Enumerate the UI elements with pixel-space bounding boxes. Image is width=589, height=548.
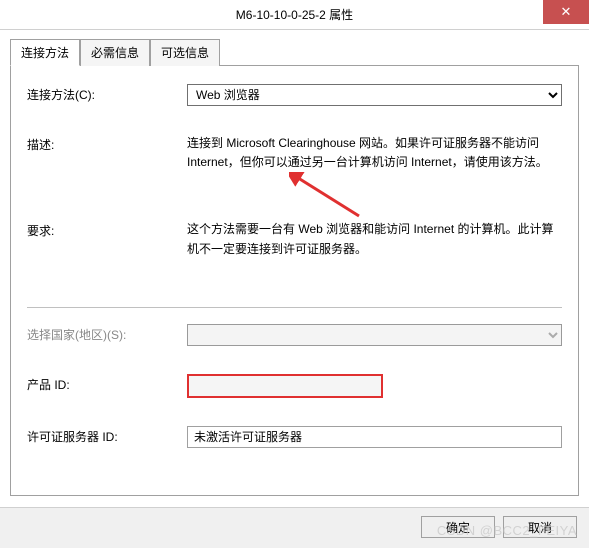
title-bar: M6-10-10-0-25-2 属性 ✕	[0, 0, 589, 30]
product-id-field	[187, 374, 562, 398]
dialog-content: 连接方法 必需信息 可选信息 连接方法(C): Web 浏览器 描述: 连接到 …	[0, 30, 589, 496]
tab-required-info[interactable]: 必需信息	[80, 39, 150, 66]
row-country: 选择国家(地区)(S):	[27, 324, 562, 346]
description-label: 描述:	[27, 134, 187, 172]
tab-panel: 连接方法(C): Web 浏览器 描述: 连接到 Microsoft Clear…	[10, 66, 579, 496]
row-product-id: 产品 ID:	[27, 374, 562, 398]
requirements-text: 这个方法需要一台有 Web 浏览器和能访问 Internet 的计算机。此计算机…	[187, 220, 562, 258]
license-server-id-input[interactable]	[187, 426, 562, 448]
country-label: 选择国家(地区)(S):	[27, 324, 187, 346]
product-id-highlight-box	[187, 374, 383, 398]
window-title: M6-10-10-0-25-2 属性	[0, 6, 589, 23]
connection-method-select[interactable]: Web 浏览器	[187, 84, 562, 106]
tab-optional-info[interactable]: 可选信息	[150, 39, 220, 66]
separator-line	[27, 307, 562, 308]
close-icon: ✕	[561, 4, 572, 20]
connection-method-field: Web 浏览器	[187, 84, 562, 106]
license-server-id-label: 许可证服务器 ID:	[27, 426, 187, 448]
row-description: 描述: 连接到 Microsoft Clearinghouse 网站。如果许可证…	[27, 134, 562, 172]
row-requirements: 要求: 这个方法需要一台有 Web 浏览器和能访问 Internet 的计算机。…	[27, 220, 562, 258]
watermark-text: CSDN @BCC2_FEIYA	[437, 523, 577, 538]
license-server-id-field	[187, 426, 562, 448]
requirements-label: 要求:	[27, 220, 187, 258]
row-license-server-id: 许可证服务器 ID:	[27, 426, 562, 448]
tab-strip: 连接方法 必需信息 可选信息	[10, 38, 579, 66]
annotation-arrow-icon	[289, 172, 369, 222]
country-field	[187, 324, 562, 346]
close-button[interactable]: ✕	[543, 0, 589, 24]
tab-connection-method[interactable]: 连接方法	[10, 39, 80, 66]
connection-method-label: 连接方法(C):	[27, 84, 187, 106]
product-id-label: 产品 ID:	[27, 374, 187, 398]
row-connection-method: 连接方法(C): Web 浏览器	[27, 84, 562, 106]
description-text: 连接到 Microsoft Clearinghouse 网站。如果许可证服务器不…	[187, 134, 562, 172]
country-select	[187, 324, 562, 346]
